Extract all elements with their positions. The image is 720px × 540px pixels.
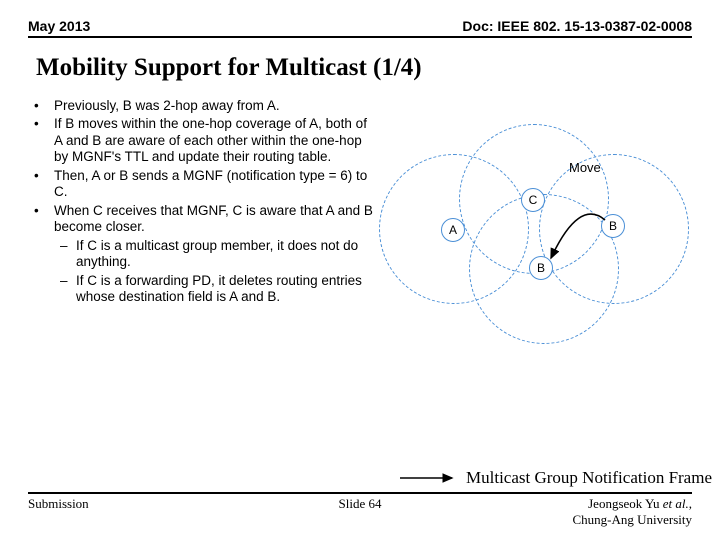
caption-text: Multicast Group Notification Frame	[466, 468, 712, 488]
network-diagram: A C B B Move	[373, 98, 692, 378]
header-bar: May 2013 Doc: IEEE 802. 15-13-0387-02-00…	[28, 18, 692, 38]
node-label: A	[449, 223, 457, 237]
bullet-text: Previously, B was 2-hop away from A.	[54, 98, 280, 113]
bullet-text: If C is a forwarding PD, it deletes rout…	[76, 273, 362, 304]
footer-sep: ,	[689, 496, 692, 511]
node-a: A	[441, 218, 465, 242]
sub-bullet-item: If C is a forwarding PD, it deletes rout…	[54, 273, 373, 306]
bullet-item: If B moves within the one-hop coverage o…	[28, 116, 373, 165]
footer-author: Jeongseok Yu	[588, 496, 663, 511]
footer-bar: Submission Slide 64 Jeongseok Yu et al.,…	[28, 492, 692, 528]
footer-affiliation: Chung-Ang University	[572, 512, 692, 527]
page-title: Mobility Support for Multicast (1/4)	[36, 54, 692, 82]
caption-row: Multicast Group Notification Frame	[398, 468, 712, 488]
bullet-text: When C receives that MGNF, C is aware th…	[54, 203, 373, 234]
header-date: May 2013	[28, 18, 90, 34]
footer-right: Jeongseok Yu et al., Chung-Ang Universit…	[572, 496, 692, 528]
bullet-item: Then, A or B sends a MGNF (notification …	[28, 168, 373, 201]
bullet-text: If C is a multicast group member, it doe…	[76, 238, 358, 269]
bullet-text: Then, A or B sends a MGNF (notification …	[54, 168, 367, 199]
body-row: Previously, B was 2-hop away from A. If …	[28, 98, 692, 378]
footer-slide-number: Slide 64	[339, 496, 382, 512]
sub-bullet-item: If C is a multicast group member, it doe…	[54, 238, 373, 271]
bullet-item: When C receives that MGNF, C is aware th…	[28, 203, 373, 306]
slide: May 2013 Doc: IEEE 802. 15-13-0387-02-00…	[0, 0, 720, 540]
move-arrow-icon	[523, 188, 643, 288]
bullet-item: Previously, B was 2-hop away from A.	[28, 98, 373, 114]
footer-etal: et al.	[663, 496, 689, 511]
header-doc-id: Doc: IEEE 802. 15-13-0387-02-0008	[462, 18, 692, 34]
move-label: Move	[569, 160, 601, 175]
bullet-text: If B moves within the one-hop coverage o…	[54, 116, 367, 164]
arrow-right-icon	[398, 470, 458, 486]
bullet-list: Previously, B was 2-hop away from A. If …	[28, 98, 373, 378]
footer-left: Submission	[28, 496, 89, 512]
